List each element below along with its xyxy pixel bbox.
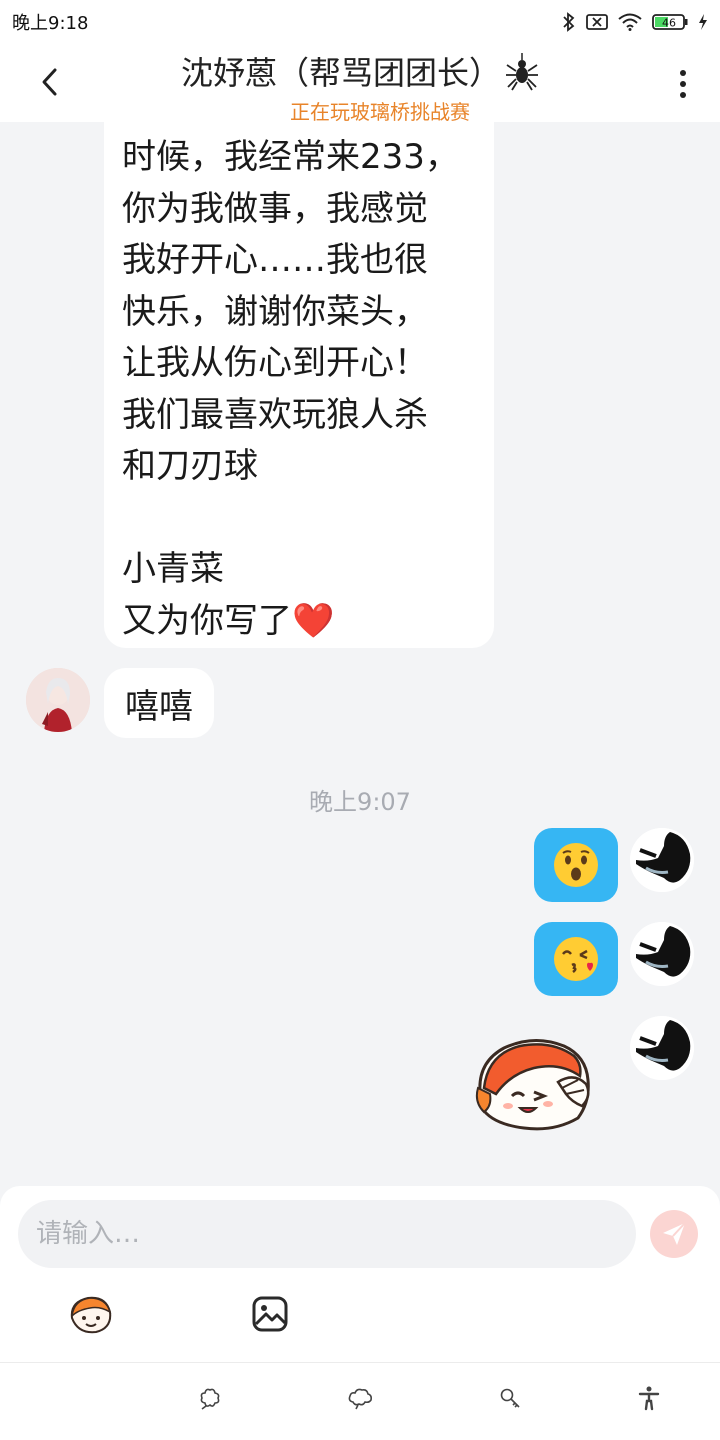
wifi-icon xyxy=(618,13,642,31)
more-options-button[interactable] xyxy=(668,64,698,104)
kissing-heart-emoji xyxy=(554,937,598,981)
sent-message-bubble[interactable] xyxy=(534,922,618,996)
status-time: 晚上9:18 xyxy=(12,13,89,34)
message-line: 小青菜 xyxy=(122,549,224,589)
message-line-text: 又为你写了 xyxy=(122,600,292,641)
message-line: 时候，我经常来233， xyxy=(122,137,459,177)
message-timestamp: 晚上9:07 xyxy=(309,788,411,816)
message-line: 让我从伤心到开心！ xyxy=(122,343,428,383)
message-line: 我好开心……我也很 xyxy=(122,240,428,280)
cartoon-girl-sticker[interactable] xyxy=(474,1032,598,1136)
message-input[interactable] xyxy=(18,1200,636,1268)
sent-message-bubble[interactable] xyxy=(534,828,618,902)
chevron-left-icon xyxy=(42,68,57,96)
chat-title-text: 沈妤蒽（帮骂团团长） xyxy=(180,54,501,92)
chat-messages[interactable]: 时候，我经常来233， 你为我做事，我感觉 我好开心……我也很 快乐，谢谢你菜头… xyxy=(0,122,720,1186)
user-avatar[interactable] xyxy=(630,1016,694,1080)
battery-level-text: 46 xyxy=(662,17,676,30)
paper-plane-icon xyxy=(663,1222,686,1245)
message-line: 我们最喜欢玩狼人杀 xyxy=(122,394,428,435)
charging-icon xyxy=(698,13,708,31)
astonished-emoji xyxy=(554,843,598,887)
sim-off-icon xyxy=(586,13,608,31)
heart-emoji: ❤️ xyxy=(292,600,335,641)
image-icon[interactable] xyxy=(252,1296,288,1332)
bluetooth-icon xyxy=(562,12,576,32)
bottom-tabbar xyxy=(0,1363,720,1440)
message-line: 你为我做事，我感觉 xyxy=(122,188,428,229)
contact-avatar[interactable] xyxy=(26,668,90,732)
composer-panel xyxy=(0,1186,720,1440)
status-bar: 晚上9:18 46 xyxy=(0,0,720,44)
status-icons: 46 xyxy=(562,12,708,32)
key-icon[interactable] xyxy=(497,1385,523,1411)
battery-icon: 46 xyxy=(652,13,688,31)
user-avatar[interactable] xyxy=(630,922,694,986)
chat-header: 沈妤蒽（帮骂团团长） 正在玩玻璃桥挑战赛 xyxy=(0,44,720,124)
flower-icon[interactable] xyxy=(197,1385,223,1411)
message-line: 和刀刃球 xyxy=(122,446,258,486)
accessibility-icon[interactable] xyxy=(636,1385,662,1411)
chat-subtitle: 正在玩玻璃桥挑战赛 xyxy=(290,100,470,124)
message-last-line: 又为你写了❤️ xyxy=(122,596,476,648)
more-vertical-icon xyxy=(680,70,686,76)
chat-title: 沈妤蒽（帮骂团团长） xyxy=(120,48,600,99)
received-message-bubble-short[interactable]: 嘻嘻 xyxy=(104,668,214,738)
user-avatar[interactable] xyxy=(630,828,694,892)
spider-icon xyxy=(505,51,539,99)
cloud-icon[interactable] xyxy=(347,1385,373,1411)
emoji-sticker-icon[interactable] xyxy=(66,1294,114,1334)
send-button[interactable] xyxy=(650,1210,698,1258)
received-message-bubble[interactable]: 时候，我经常来233， 你为我做事，我感觉 我好开心……我也很 快乐，谢谢你菜头… xyxy=(104,122,494,648)
message-line: 快乐，谢谢你菜头， xyxy=(122,291,428,332)
